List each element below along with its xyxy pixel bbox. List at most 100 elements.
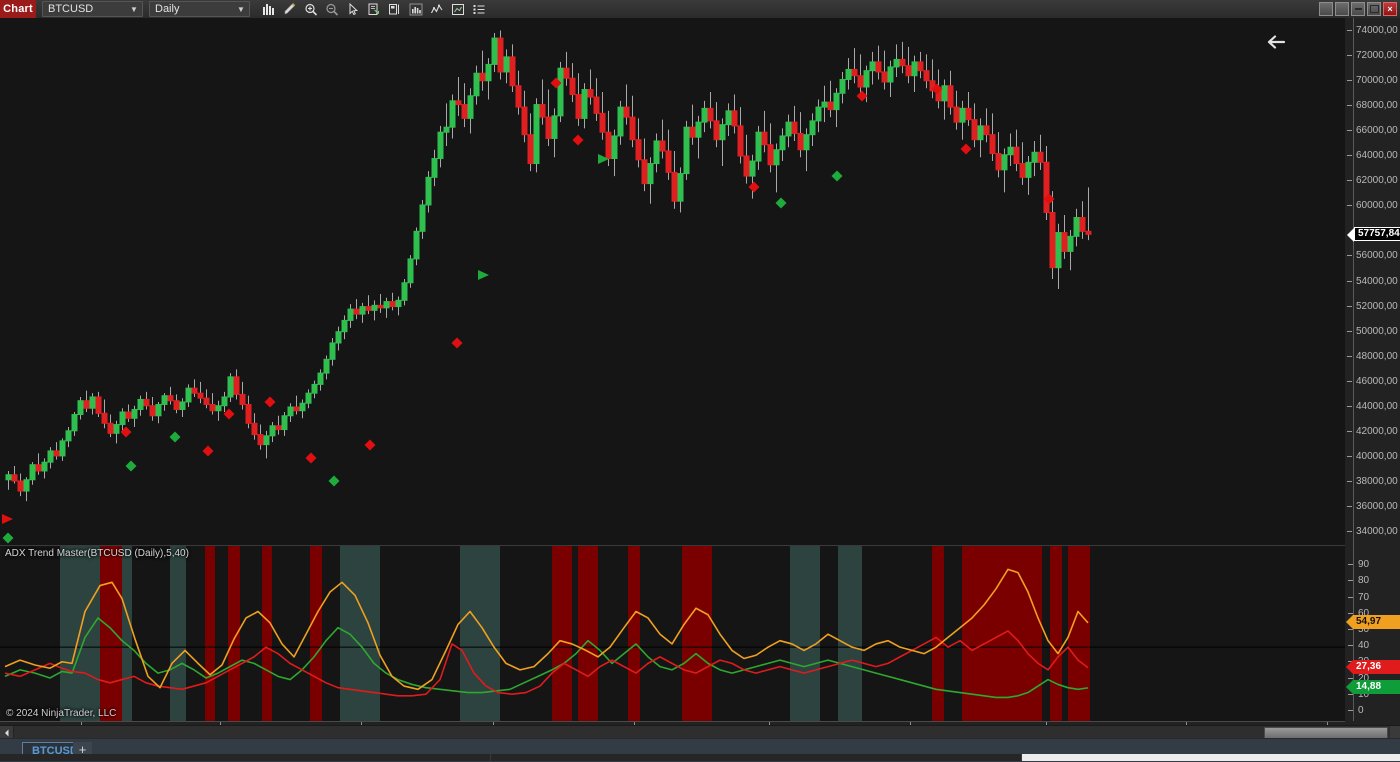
- candlestick: [1061, 232, 1068, 252]
- instrument-value: BTCUSD: [48, 3, 94, 15]
- candlestick: [377, 304, 384, 309]
- candlestick: [335, 331, 342, 344]
- candlestick: [611, 135, 618, 160]
- candlestick: [341, 319, 348, 333]
- sell-signal-marker: [2, 514, 13, 524]
- ninjatrader-chart-window: Chart BTCUSD ▼ Daily ▼ × 74000,00 72000,…: [0, 0, 1400, 762]
- candlestick: [317, 372, 324, 385]
- candlestick: [443, 126, 450, 133]
- candlestick: [497, 37, 504, 73]
- interval-selector[interactable]: Daily ▼: [149, 1, 250, 17]
- candlestick: [905, 65, 912, 77]
- candlestick: [215, 405, 222, 412]
- sell-signal-marker: [572, 134, 584, 146]
- cursor-pointer-icon[interactable]: [343, 1, 363, 17]
- candlestick: [1025, 161, 1032, 178]
- price-tick: 48000,00: [1345, 351, 1400, 363]
- price-axis[interactable]: 74000,00 72000,00 70000,00 68000,00 66000,00…: [1345, 18, 1400, 545]
- instrument-selector[interactable]: BTCUSD ▼: [42, 1, 143, 17]
- chart-board: 74000,00 72000,00 70000,00 68000,00 66000,00…: [0, 18, 1400, 744]
- candlestick: [23, 479, 30, 492]
- adx-value-tag: 54,97: [1346, 614, 1400, 629]
- close-icon: ×: [1387, 3, 1393, 14]
- candlestick: [533, 104, 540, 165]
- zoom-out-icon[interactable]: [322, 1, 342, 17]
- status-segment-2: [491, 754, 1022, 761]
- candlestick: [185, 387, 192, 403]
- status-bar: [0, 754, 1400, 761]
- drawing-tools-icon[interactable]: [280, 1, 300, 17]
- chart-trader-icon[interactable]: [448, 1, 468, 17]
- chevron-down-icon: ▼: [130, 4, 138, 14]
- chart-window-title: Chart: [0, 0, 36, 18]
- candlestick: [509, 56, 516, 87]
- candlestick: [719, 124, 726, 141]
- back-arrow-icon[interactable]: [1260, 29, 1290, 55]
- candlestick: [77, 400, 84, 416]
- bearish-zone: [205, 546, 215, 722]
- chart-toolbar: Chart BTCUSD ▼ Daily ▼ ×: [0, 0, 1400, 19]
- candlestick: [455, 100, 462, 106]
- candlestick: [191, 387, 198, 394]
- close-button[interactable]: ×: [1383, 2, 1397, 16]
- di-minus-value-tag: 27,36: [1346, 659, 1400, 674]
- candlestick: [251, 422, 258, 436]
- indicator-tick: 0: [1345, 705, 1400, 717]
- candlestick: [731, 110, 738, 127]
- indicator-pane[interactable]: ADX Trend Master(BTCUSD (Daily),5,40) © …: [0, 545, 1346, 722]
- data-series-icon[interactable]: [364, 1, 384, 17]
- indicator-label[interactable]: ADX Trend Master(BTCUSD (Daily),5,40): [5, 548, 189, 559]
- bullish-zone: [122, 546, 132, 722]
- candlestick: [167, 395, 174, 402]
- minimize-button[interactable]: [1351, 2, 1365, 16]
- price-pane[interactable]: [0, 18, 1346, 545]
- candlestick: [485, 63, 492, 82]
- horizontal-scrollbar[interactable]: [0, 725, 1400, 739]
- candlestick: [617, 106, 624, 137]
- candlestick: [1019, 163, 1026, 178]
- zoom-in-icon[interactable]: [301, 1, 321, 17]
- candlestick: [275, 425, 282, 431]
- candlestick: [197, 392, 204, 399]
- price-tick: 34000,00: [1345, 526, 1400, 538]
- restore-right-button[interactable]: [1335, 2, 1349, 16]
- candlestick: [713, 120, 720, 141]
- status-segment-1: [0, 754, 491, 761]
- candlestick: [587, 89, 594, 98]
- candlestick: [923, 70, 930, 82]
- candlestick: [941, 85, 948, 102]
- bearish-zone: [628, 546, 640, 722]
- candlestick: [1013, 146, 1020, 165]
- price-tick: 64000,00: [1345, 150, 1400, 162]
- price-tick: 52000,00: [1345, 301, 1400, 313]
- price-tick: 38000,00: [1345, 476, 1400, 488]
- candlestick: [959, 107, 966, 123]
- candlestick: [95, 396, 102, 414]
- candlestick: [1049, 211, 1056, 269]
- candlestick: [71, 414, 78, 432]
- candlestick: [473, 72, 480, 97]
- price-tick: 74000,00: [1345, 25, 1400, 37]
- price-tick: 70000,00: [1345, 75, 1400, 87]
- indicators-icon[interactable]: [406, 1, 426, 17]
- candlestick: [173, 400, 180, 410]
- bullish-zone: [170, 546, 186, 722]
- restore-left-button[interactable]: [1319, 2, 1333, 16]
- candlestick: [347, 308, 354, 321]
- maximize-button[interactable]: [1367, 2, 1381, 16]
- candlestick: [599, 112, 606, 133]
- bar-type-icon[interactable]: [259, 1, 279, 17]
- candlestick: [371, 304, 378, 311]
- candlestick: [749, 160, 756, 177]
- candlestick: [977, 125, 984, 141]
- candlestick: [161, 395, 168, 405]
- properties-icon[interactable]: [385, 1, 405, 17]
- candlestick: [383, 301, 390, 309]
- buy-signal-marker: [831, 170, 843, 182]
- order-list-icon[interactable]: [469, 1, 489, 17]
- indicator-axis[interactable]: 9080706050403020100 54,97 27,36 14,88: [1345, 545, 1400, 721]
- indicator-tick: 70: [1345, 592, 1400, 604]
- buy-signal-marker: [125, 460, 137, 472]
- strategies-icon[interactable]: [427, 1, 447, 17]
- candlestick: [581, 89, 588, 119]
